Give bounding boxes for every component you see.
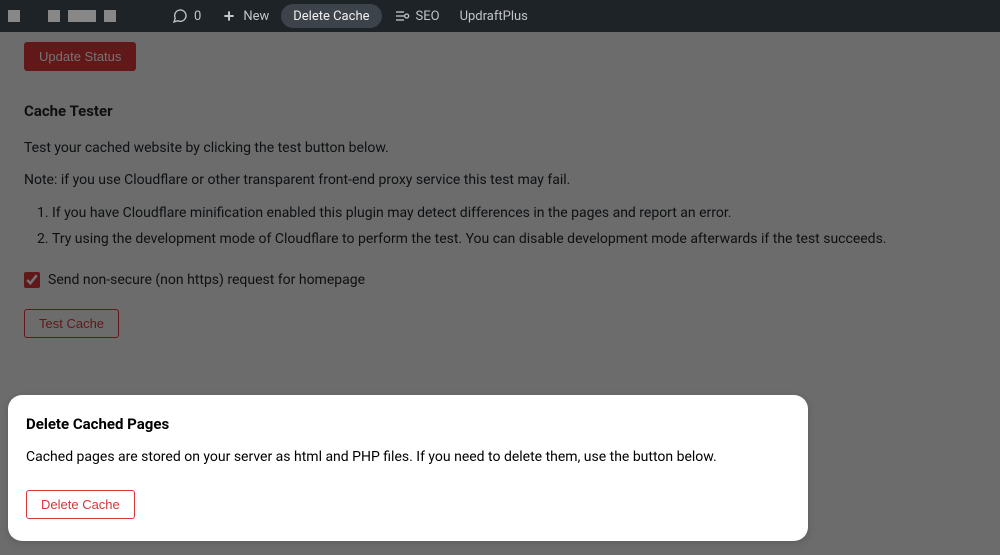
comment-icon xyxy=(172,8,188,24)
nonsecure-checkbox-label: Send non-secure (non https) request for … xyxy=(48,269,365,291)
main-content: Update Status Cache Tester Test your cac… xyxy=(0,32,1000,362)
placeholder-icon xyxy=(104,10,116,22)
placeholder-icon xyxy=(8,10,20,22)
comments-count: 0 xyxy=(194,9,201,24)
test-intro-text: Test your cached website by clicking the… xyxy=(24,137,976,159)
delete-cache-label: Delete Cache xyxy=(293,9,369,24)
seo-item[interactable]: SEO xyxy=(386,0,448,32)
seo-label: SEO xyxy=(416,9,440,24)
nonsecure-checkbox-row: Send non-secure (non https) request for … xyxy=(24,269,976,291)
updraftplus-label: UpdraftPlus xyxy=(460,9,528,24)
test-notes-list: If you have Cloudflare minification enab… xyxy=(52,202,976,251)
cache-tester-heading: Cache Tester xyxy=(24,99,976,123)
delete-cached-pages-body: Cached pages are stored on your server a… xyxy=(26,447,790,468)
plus-icon xyxy=(221,8,237,24)
placeholder-icon xyxy=(68,10,96,22)
test-note-text: Note: if you use Cloudflare or other tra… xyxy=(24,169,976,191)
updraftplus-item[interactable]: UpdraftPlus xyxy=(452,0,536,32)
delete-cache-button[interactable]: Delete Cache xyxy=(26,490,135,519)
new-label: New xyxy=(243,9,269,24)
placeholder-icon xyxy=(48,10,60,22)
list-item: If you have Cloudflare minification enab… xyxy=(52,202,976,224)
comments-item[interactable]: 0 xyxy=(164,0,209,32)
delete-cached-pages-heading: Delete Cached Pages xyxy=(26,415,790,433)
list-item: Try using the development mode of Cloudf… xyxy=(52,228,976,250)
update-status-button[interactable]: Update Status xyxy=(24,42,136,71)
nonsecure-checkbox[interactable] xyxy=(24,272,40,288)
new-item[interactable]: New xyxy=(213,0,277,32)
admin-toolbar: 0 New Delete Cache SEO UpdraftPlus xyxy=(0,0,1000,32)
seo-icon xyxy=(394,8,410,24)
delete-cached-pages-card: Delete Cached Pages Cached pages are sto… xyxy=(8,395,808,541)
delete-cache-toolbar-button[interactable]: Delete Cache xyxy=(281,4,381,28)
test-cache-button[interactable]: Test Cache xyxy=(24,309,119,338)
